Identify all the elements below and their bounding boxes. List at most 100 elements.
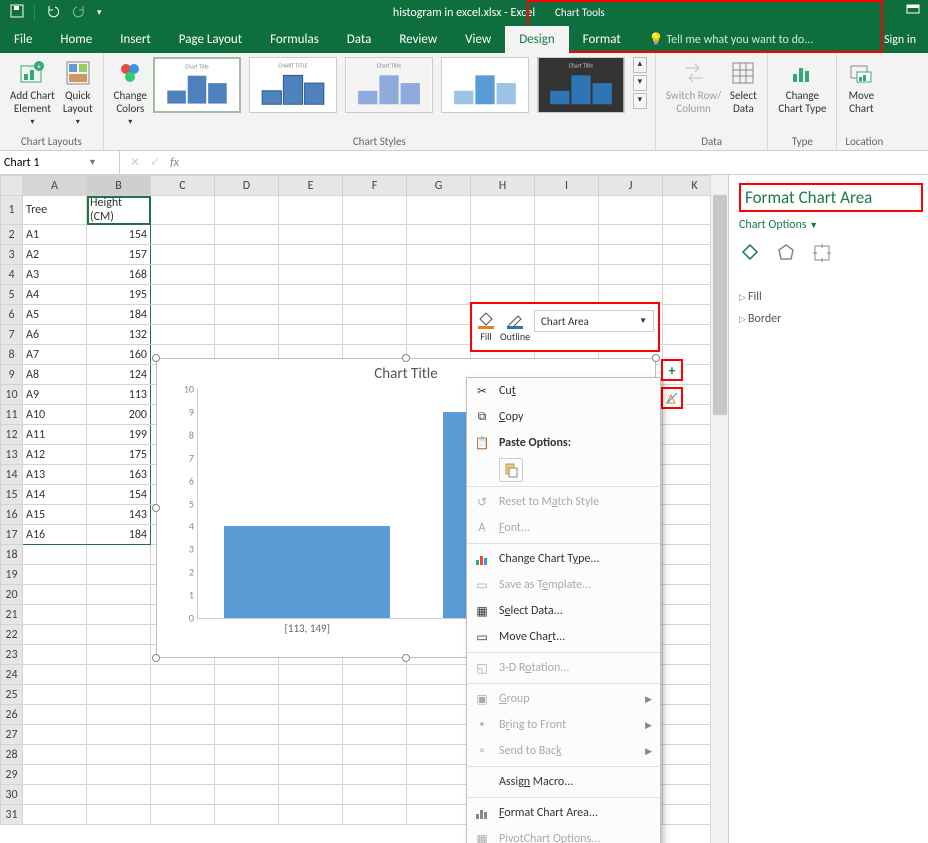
quick-layout-button[interactable]: Quick Layout ▾ [61, 57, 95, 129]
cell[interactable] [343, 245, 407, 265]
cell[interactable] [279, 705, 343, 725]
cell[interactable] [87, 745, 151, 765]
cell[interactable] [599, 245, 663, 265]
cell[interactable] [215, 245, 279, 265]
menu-move-chart[interactable]: ▭Move Chart... [467, 624, 660, 650]
cell[interactable] [151, 285, 215, 305]
chart-bar[interactable] [224, 526, 390, 618]
row-header[interactable]: 1 [1, 196, 23, 225]
cell[interactable] [407, 785, 471, 805]
tab-home[interactable]: Home [46, 26, 106, 53]
cell[interactable] [215, 765, 279, 785]
row-header[interactable]: 27 [1, 725, 23, 745]
name-box[interactable]: ▼ [0, 151, 120, 174]
cell[interactable] [23, 545, 87, 565]
effects-tab-icon[interactable] [775, 242, 797, 268]
cell[interactable]: 132 [87, 325, 151, 345]
cell[interactable]: 163 [87, 465, 151, 485]
cell[interactable] [343, 745, 407, 765]
cell[interactable] [343, 265, 407, 285]
cell[interactable]: A15 [23, 505, 87, 525]
change-colors-button[interactable]: Change Colors ▾ [112, 57, 149, 129]
mini-element-selector[interactable]: Chart Area▼ [534, 310, 654, 332]
cell[interactable] [87, 545, 151, 565]
tab-file[interactable]: File [0, 26, 46, 53]
cell[interactable] [87, 625, 151, 645]
cell[interactable]: 160 [87, 345, 151, 365]
cell[interactable] [535, 196, 599, 225]
row-header[interactable]: 28 [1, 745, 23, 765]
row-header[interactable]: 5 [1, 285, 23, 305]
cell[interactable] [343, 285, 407, 305]
row-header[interactable]: 16 [1, 505, 23, 525]
chart-options-dropdown[interactable]: Chart Options ▼ [739, 218, 918, 232]
change-chart-type-button[interactable]: Change Chart Type [776, 57, 828, 117]
cell[interactable] [407, 705, 471, 725]
name-box-dropdown-icon[interactable]: ▼ [88, 157, 97, 168]
border-section[interactable]: Border [739, 308, 918, 330]
cell[interactable] [23, 725, 87, 745]
cell[interactable]: A13 [23, 465, 87, 485]
row-header[interactable]: 20 [1, 585, 23, 605]
cell[interactable] [279, 265, 343, 285]
cell[interactable] [87, 585, 151, 605]
cell[interactable] [471, 265, 535, 285]
cell[interactable] [87, 725, 151, 745]
undo-icon[interactable] [45, 4, 61, 22]
chart-style-5[interactable]: Chart Title [537, 57, 625, 113]
cell[interactable]: 184 [87, 305, 151, 325]
cell[interactable] [23, 805, 87, 825]
redo-icon[interactable] [71, 4, 87, 22]
cell[interactable] [279, 225, 343, 245]
cell[interactable] [407, 196, 471, 225]
cell[interactable]: 168 [87, 265, 151, 285]
column-header[interactable]: J [599, 176, 663, 196]
column-header[interactable]: G [407, 176, 471, 196]
cell[interactable] [151, 745, 215, 765]
row-header[interactable]: 30 [1, 785, 23, 805]
cell[interactable]: 195 [87, 285, 151, 305]
column-header[interactable]: I [535, 176, 599, 196]
cell[interactable] [87, 645, 151, 665]
cell[interactable] [279, 285, 343, 305]
cell[interactable]: 200 [87, 405, 151, 425]
column-header[interactable]: H [471, 176, 535, 196]
cell[interactable] [23, 605, 87, 625]
resize-handle[interactable] [652, 354, 660, 362]
cell[interactable] [215, 285, 279, 305]
row-header[interactable]: 25 [1, 685, 23, 705]
cell[interactable] [23, 745, 87, 765]
row-header[interactable]: 17 [1, 525, 23, 545]
menu-select-data[interactable]: ▦Select Data... [467, 598, 660, 624]
cell[interactable] [151, 705, 215, 725]
cell[interactable] [343, 785, 407, 805]
cell[interactable]: A10 [23, 405, 87, 425]
menu-assign-macro[interactable]: Assign Macro... [467, 769, 660, 795]
cell[interactable]: A9 [23, 385, 87, 405]
tab-view[interactable]: View [451, 26, 505, 53]
scrollbar-thumb[interactable] [713, 195, 727, 415]
cell[interactable] [471, 245, 535, 265]
cell[interactable] [279, 765, 343, 785]
cell[interactable]: 184 [87, 525, 151, 545]
cell[interactable] [343, 225, 407, 245]
cell[interactable]: Tree [23, 196, 87, 225]
row-header[interactable]: 23 [1, 645, 23, 665]
chart-style-2[interactable]: CHART TITLE [249, 57, 337, 113]
cell[interactable] [279, 196, 343, 225]
cell[interactable] [407, 765, 471, 785]
cell[interactable] [151, 805, 215, 825]
cell[interactable] [87, 665, 151, 685]
cell[interactable] [343, 725, 407, 745]
cell[interactable] [151, 785, 215, 805]
column-header[interactable]: C [151, 176, 215, 196]
row-header[interactable]: 7 [1, 325, 23, 345]
cell[interactable] [599, 265, 663, 285]
cell[interactable]: A4 [23, 285, 87, 305]
chart-style-1[interactable]: Chart Title [153, 57, 241, 113]
fx-icon[interactable]: fx [170, 156, 179, 170]
styles-scroll-down[interactable]: ▾ [633, 75, 647, 91]
tab-format[interactable]: Format [569, 26, 635, 53]
cell[interactable] [151, 685, 215, 705]
cell[interactable]: 199 [87, 425, 151, 445]
